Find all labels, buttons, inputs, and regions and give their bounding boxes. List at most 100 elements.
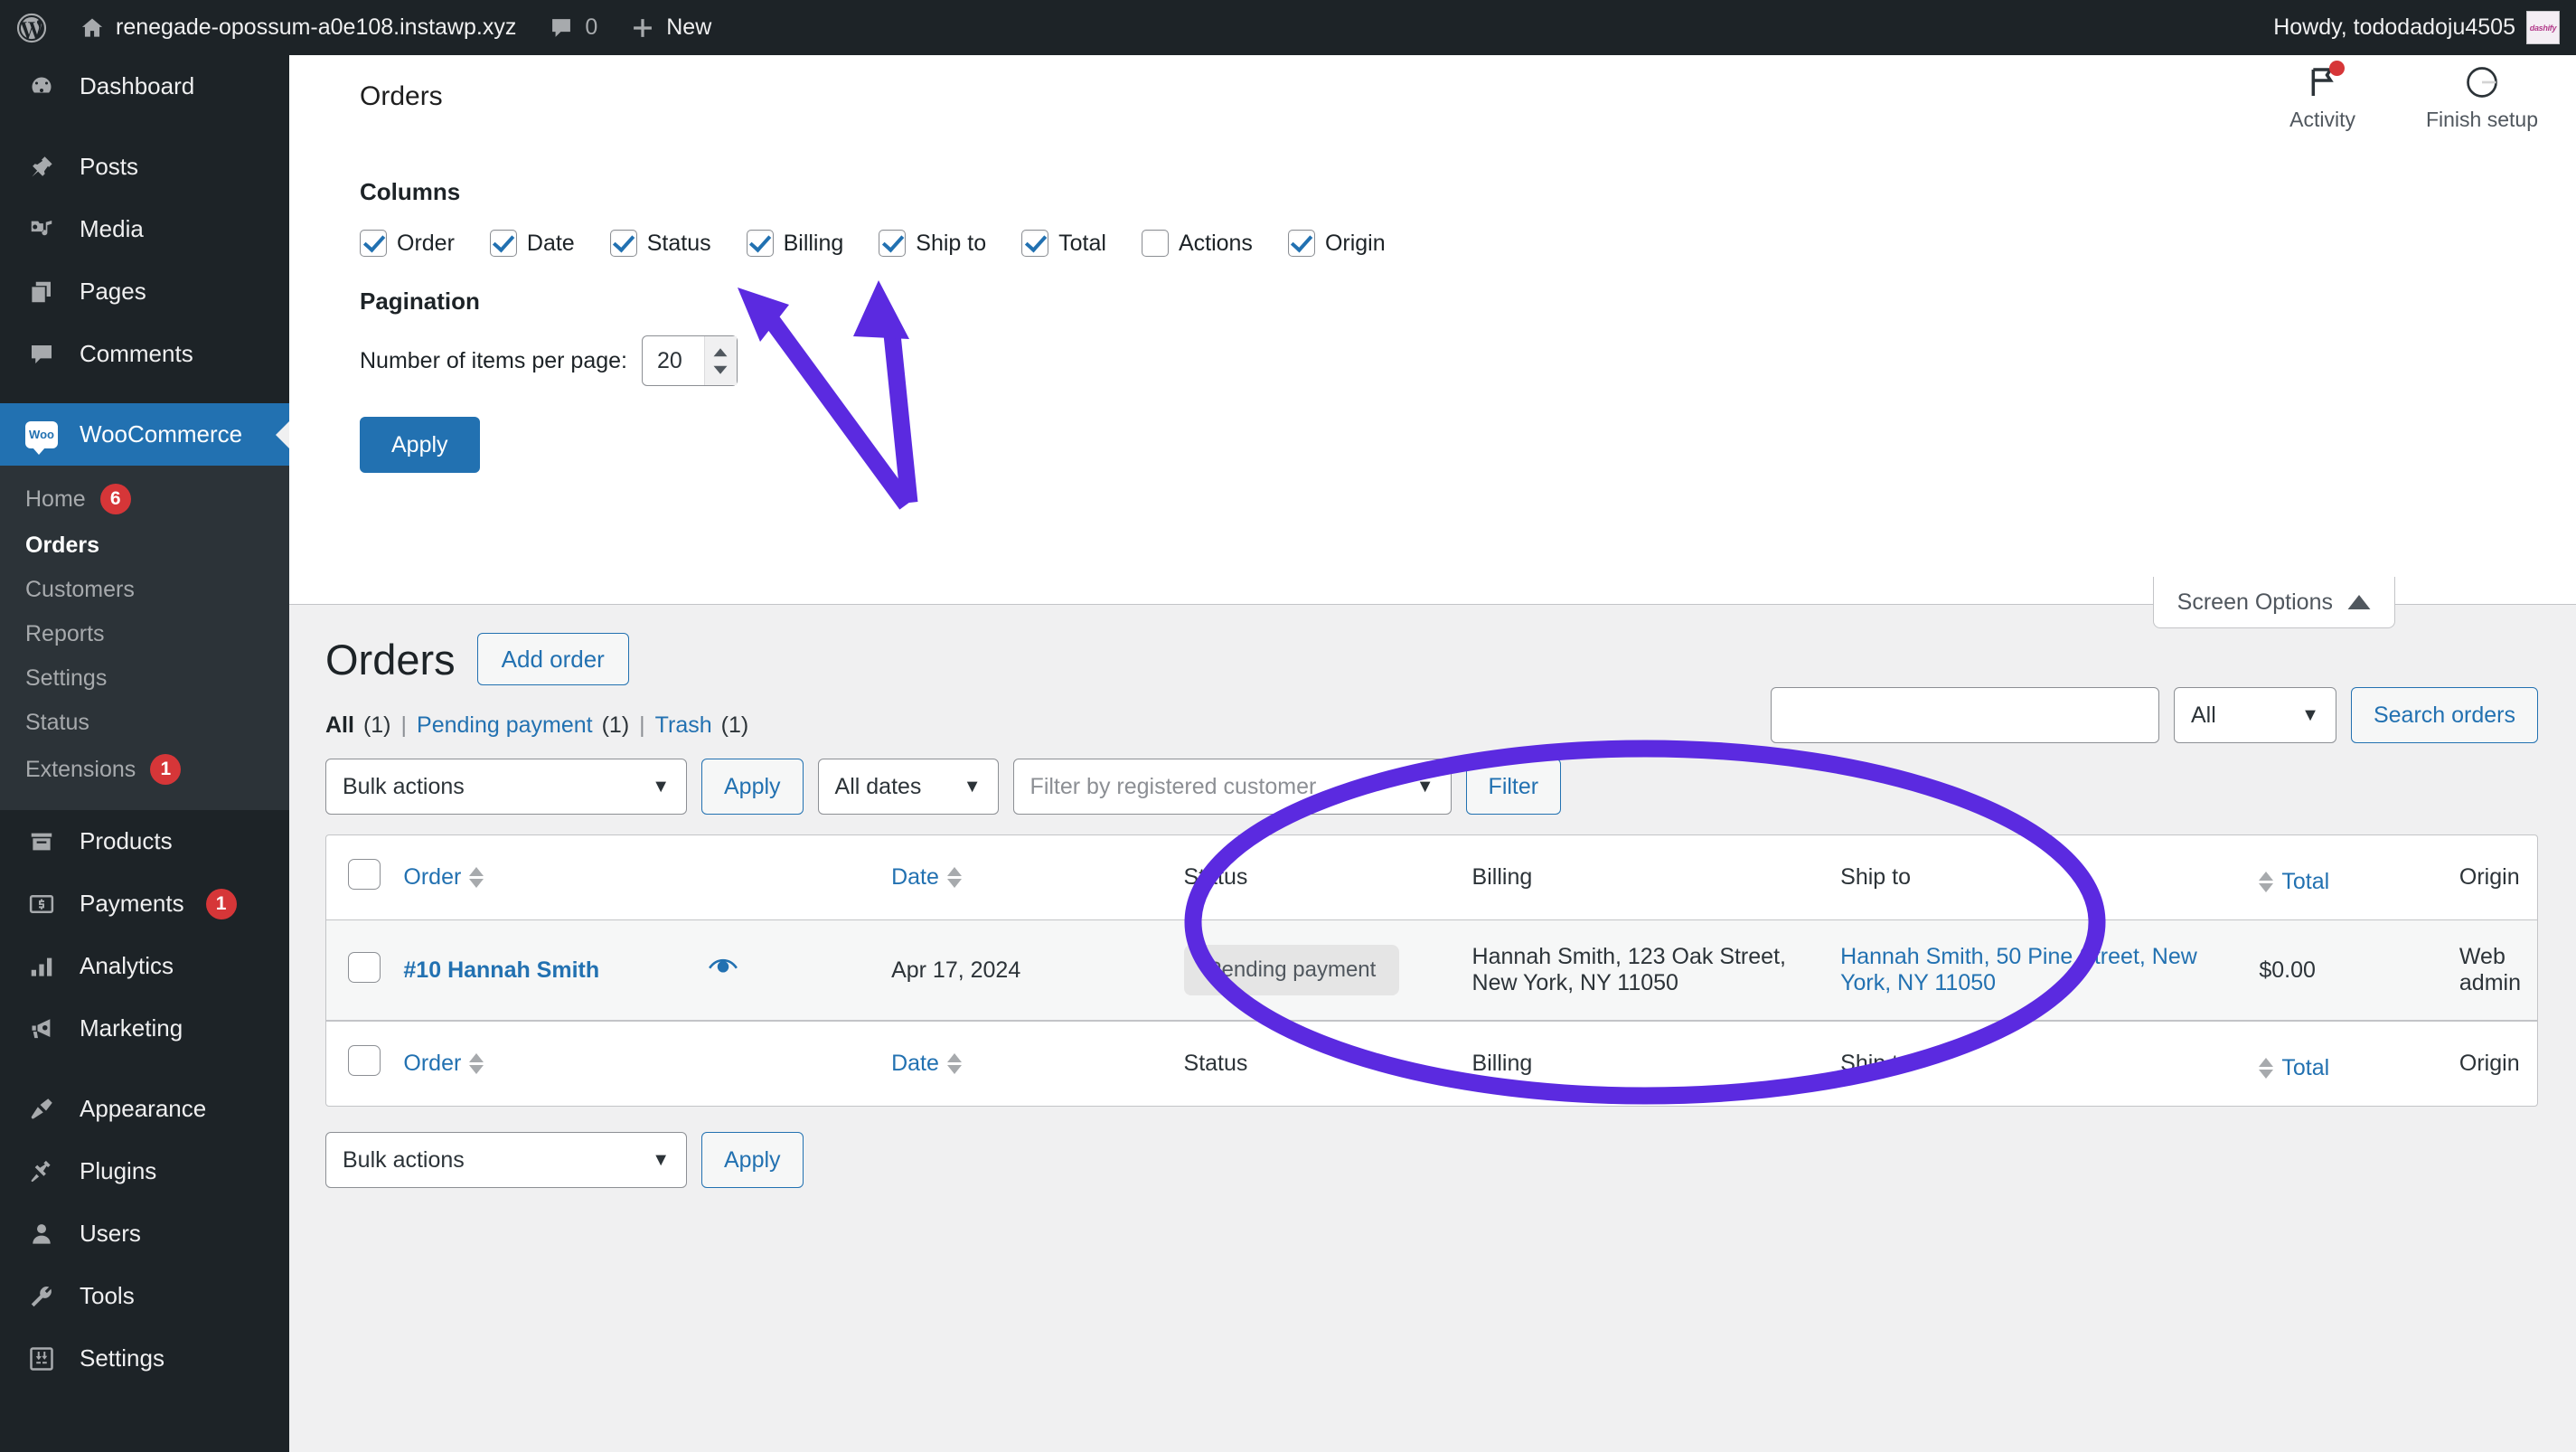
bulk-apply-button-bottom[interactable]: Apply <box>701 1132 804 1188</box>
add-order-button[interactable]: Add order <box>476 633 629 685</box>
sidebar-item-posts[interactable]: Posts <box>0 136 289 198</box>
sort-arrows-icon <box>2259 1057 2274 1079</box>
sidebar-item-label: Products <box>80 827 173 854</box>
bulk-actions-select-bottom[interactable]: Bulk actions ▼ <box>325 1132 687 1188</box>
search-input[interactable] <box>1770 687 2159 743</box>
sidebar-item-woocommerce[interactable]: Woo WooCommerce <box>0 403 289 466</box>
cell-origin: Web admin <box>2442 920 2537 1021</box>
column-footer-date[interactable]: Date <box>875 1021 1168 1106</box>
sidebar-item-appearance[interactable]: Appearance <box>0 1078 289 1140</box>
sidebar-item-comments[interactable]: Comments <box>0 323 289 385</box>
view-filter-trash[interactable]: Trash <box>655 712 712 739</box>
search-scope-select[interactable]: All ▼ <box>2173 687 2336 743</box>
sidebar-subitem-label: Customers <box>25 577 135 602</box>
checkbox-icon[interactable] <box>1141 230 1169 257</box>
sidebar-subitem-label: Home <box>25 486 86 512</box>
column-toggle-order[interactable]: Order <box>360 230 455 257</box>
sidebar-item-media[interactable]: Media <box>0 198 289 260</box>
my-account-menu[interactable]: Howdy, tododadoju4505 dashify <box>2257 0 2576 55</box>
view-filter-pending-payment[interactable]: Pending payment <box>417 712 593 739</box>
column-toggle-date[interactable]: Date <box>489 230 575 257</box>
screen-options-tab[interactable]: Screen Options <box>2152 577 2395 628</box>
row-checkbox[interactable] <box>348 951 381 983</box>
column-toggle-actions[interactable]: Actions <box>1141 230 1253 257</box>
sidebar-item-pages[interactable]: Pages <box>0 260 289 323</box>
checkbox-icon[interactable] <box>489 230 517 257</box>
cell-total: $0.00 <box>2242 920 2443 1021</box>
table-row[interactable]: #10 Hannah Smith Apr 17, 2024 Pending pa… <box>326 920 2537 1021</box>
column-header-date[interactable]: Date <box>875 835 1168 920</box>
sidebar-divider <box>0 1060 289 1078</box>
sidebar-item-plugins[interactable]: Plugins <box>0 1140 289 1202</box>
finish-setup-button[interactable]: Finish setup <box>2426 62 2538 132</box>
sort-arrows-icon <box>946 867 962 888</box>
column-toggle-label: Billing <box>783 230 844 256</box>
checkbox-icon[interactable] <box>746 230 774 257</box>
row-select-cell <box>326 920 388 1021</box>
chevron-down-icon: ▼ <box>2301 704 2319 725</box>
column-footer-order[interactable]: Order <box>387 1021 876 1106</box>
checkbox-icon[interactable] <box>1021 230 1049 257</box>
column-toggle-total[interactable]: Total <box>1021 230 1106 257</box>
search-orders-button[interactable]: Search orders <box>2350 687 2538 743</box>
column-header-total[interactable]: Total <box>2242 835 2443 920</box>
howdy-label: Howdy, tododadoju4505 <box>2273 14 2515 40</box>
ship-to-link[interactable]: Hannah Smith, 50 Pine Street, New York, … <box>1840 944 2197 995</box>
checkbox-icon[interactable] <box>609 230 637 257</box>
bulk-actions-select-top[interactable]: Bulk actions ▼ <box>325 759 687 815</box>
sidebar-item-products[interactable]: Products <box>0 810 289 872</box>
sidebar-item-label: Settings <box>80 1344 165 1372</box>
checkbox-icon[interactable] <box>1287 230 1315 257</box>
select-all-checkbox-footer[interactable] <box>348 1045 381 1076</box>
column-header-order[interactable]: Order <box>387 835 876 920</box>
sidebar-item-woo-extensions[interactable]: Extensions 1 <box>0 745 289 794</box>
column-footer-total[interactable]: Total <box>2242 1021 2443 1106</box>
sidebar-item-woo-settings[interactable]: Settings <box>0 656 289 701</box>
screen-options-tab-label: Screen Options <box>2176 589 2333 615</box>
media-icon <box>25 216 58 243</box>
customer-filter-select[interactable]: Filter by registered customer ▼ <box>1012 759 1452 815</box>
sidebar-item-tools[interactable]: Tools <box>0 1265 289 1327</box>
sidebar-item-woo-status[interactable]: Status <box>0 701 289 745</box>
stepper-arrows-icon[interactable] <box>703 336 737 385</box>
screen-options-apply-button[interactable]: Apply <box>360 417 480 473</box>
comments-bubble-button[interactable]: 0 <box>532 0 614 55</box>
wp-logo-button[interactable] <box>0 0 63 55</box>
sidebar-item-woo-home[interactable]: Home 6 <box>0 475 289 523</box>
pagination-heading: Pagination <box>360 288 480 315</box>
date-filter-select[interactable]: All dates ▼ <box>817 759 999 815</box>
column-footer-status: Status <box>1167 1021 1456 1106</box>
sidebar-item-woo-reports[interactable]: Reports <box>0 612 289 656</box>
view-filter-all[interactable]: All <box>325 712 354 739</box>
checkbox-icon[interactable] <box>879 230 907 257</box>
column-toggle-ship-to[interactable]: Ship to <box>879 230 986 257</box>
comments-icon <box>25 341 58 368</box>
sidebar-item-payments[interactable]: Payments 1 <box>0 872 289 935</box>
screen-options-panel: Columns Order Date Status Billing Ship t… <box>289 138 2576 605</box>
sidebar-item-dashboard[interactable]: Dashboard <box>0 55 289 118</box>
order-link[interactable]: #10 Hannah Smith <box>403 957 599 984</box>
column-toggle-status[interactable]: Status <box>609 230 711 257</box>
bulk-apply-button-top[interactable]: Apply <box>701 759 804 815</box>
column-toggle-billing[interactable]: Billing <box>746 230 844 257</box>
sidebar-item-marketing[interactable]: Marketing <box>0 997 289 1060</box>
column-toggle-origin[interactable]: Origin <box>1287 230 1386 257</box>
woocommerce-embedded-header: Orders Activity Finish setup <box>289 55 2576 138</box>
cell-ship-to: Hannah Smith, 50 Pine Street, New York, … <box>1824 920 2243 1021</box>
sidebar-item-analytics[interactable]: Analytics <box>0 935 289 997</box>
eye-icon[interactable] <box>708 957 738 984</box>
items-per-page-stepper[interactable]: 20 <box>641 335 738 386</box>
table-nav-top: Bulk actions ▼ Apply All dates ▼ Filter … <box>325 687 2538 815</box>
sidebar-item-woo-orders[interactable]: Orders <box>0 523 289 568</box>
sidebar-item-users[interactable]: Users <box>0 1202 289 1265</box>
items-per-page-value: 20 <box>656 347 682 373</box>
sidebar-item-woo-customers[interactable]: Customers <box>0 568 289 612</box>
sidebar-item-settings[interactable]: Settings <box>0 1327 289 1390</box>
site-name-menu[interactable]: renegade-opossum-a0e108.instawp.xyz <box>63 0 532 55</box>
checkbox-icon[interactable] <box>360 230 387 257</box>
activity-panel-button[interactable]: Activity <box>2289 60 2355 132</box>
filter-button[interactable]: Filter <box>1465 759 1562 815</box>
new-content-menu[interactable]: New <box>614 0 728 55</box>
column-header-billing: Billing <box>1455 835 1825 920</box>
select-all-checkbox[interactable] <box>348 859 381 890</box>
